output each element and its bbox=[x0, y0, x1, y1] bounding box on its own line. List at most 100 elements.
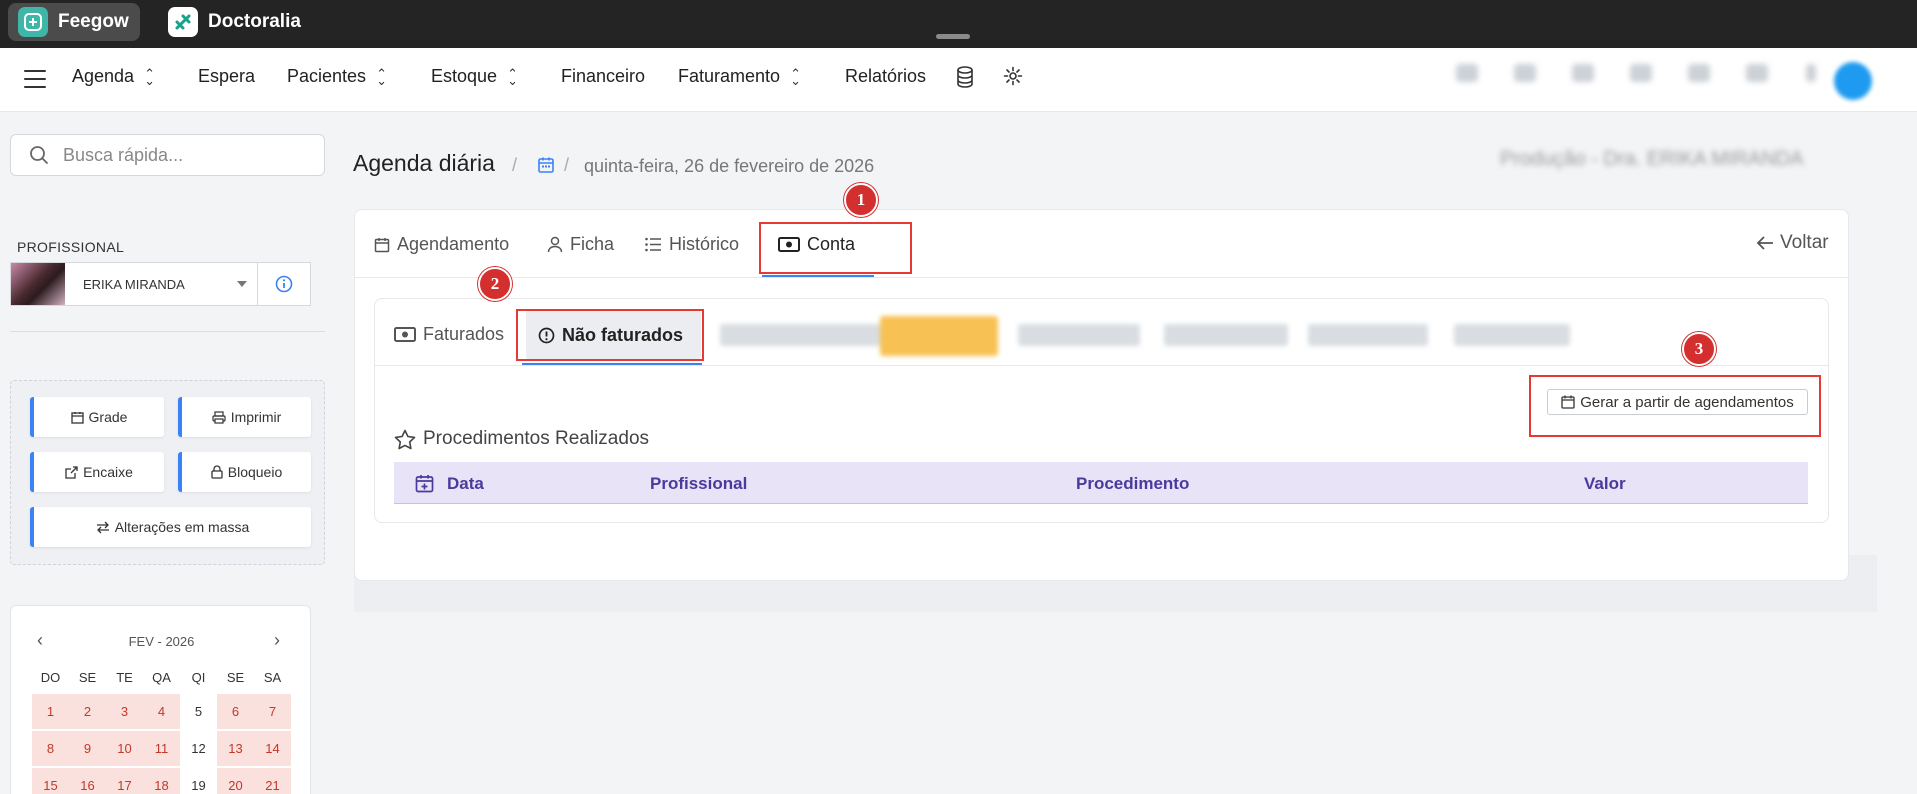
gear-icon[interactable] bbox=[1003, 66, 1027, 90]
menu-icon[interactable] bbox=[24, 70, 46, 88]
search-input[interactable] bbox=[63, 144, 303, 166]
calendar-day[interactable]: 15 bbox=[32, 768, 69, 794]
calendar-weekday: DO bbox=[40, 670, 61, 685]
avatar bbox=[11, 263, 65, 305]
calendar-day[interactable]: 14 bbox=[254, 731, 291, 767]
nav-espera[interactable]: Espera bbox=[198, 66, 255, 87]
blurred-action-buttons bbox=[716, 314, 1616, 358]
calendar-weekday: QA bbox=[152, 670, 171, 685]
subtab-faturados[interactable]: Faturados bbox=[394, 324, 504, 345]
grade-button[interactable]: Grade bbox=[30, 397, 164, 437]
nav-relatorios[interactable]: Relatórios bbox=[845, 66, 926, 87]
nav-label: Espera bbox=[198, 66, 256, 86]
tab-label: Agendamento bbox=[397, 234, 510, 254]
tab-historico[interactable]: Histórico bbox=[645, 234, 739, 255]
nav-faturamento[interactable]: Faturamento ⌃ ⌄ bbox=[678, 66, 801, 87]
column-header-valor[interactable]: Valor bbox=[1584, 474, 1626, 494]
app-tab-doctoralia[interactable]: Doctoralia bbox=[158, 3, 311, 41]
section-title-label: Procedimentos Realizados bbox=[423, 428, 650, 449]
app-tab-label: Feegow bbox=[58, 11, 129, 32]
calendar-weekday: SA bbox=[263, 670, 282, 685]
sort-chevrons-icon: ⌃ ⌄ bbox=[376, 65, 387, 88]
tab-label: Histórico bbox=[669, 234, 740, 254]
calendar-day[interactable]: 1 bbox=[32, 694, 69, 730]
column-header-data[interactable]: Data bbox=[447, 474, 484, 494]
calendar-day[interactable]: 21 bbox=[254, 768, 291, 794]
calendar-day[interactable]: 7 bbox=[254, 694, 291, 730]
imprimir-button[interactable]: Imprimir bbox=[178, 397, 311, 437]
calendar-weekday: SE bbox=[226, 670, 245, 685]
calendar-icon bbox=[70, 411, 84, 424]
database-icon[interactable] bbox=[955, 66, 979, 90]
app-tab-label: Doctoralia bbox=[208, 11, 301, 32]
column-header-procedimento[interactable]: Procedimento bbox=[1076, 474, 1189, 494]
nav-label: Faturamento bbox=[678, 66, 781, 86]
user-icon bbox=[547, 236, 563, 253]
voltar-button[interactable]: Voltar bbox=[1756, 232, 1829, 254]
nav-label: Relatórios bbox=[845, 66, 927, 86]
nav-label: Pacientes bbox=[287, 66, 367, 86]
quick-search[interactable] bbox=[10, 134, 325, 176]
alteracoes-em-massa-button[interactable]: Alterações em massa bbox=[30, 507, 311, 547]
app-tab-feegow[interactable]: Feegow bbox=[8, 3, 140, 41]
user-avatar[interactable] bbox=[1834, 62, 1872, 100]
nav-estoque[interactable]: Estoque ⌃ ⌄ bbox=[431, 66, 518, 87]
nav-label: Estoque bbox=[431, 66, 498, 86]
calendar-day[interactable]: 16 bbox=[69, 768, 106, 794]
annotation-box-nao-faturados bbox=[516, 309, 704, 361]
search-icon bbox=[30, 146, 48, 164]
feegow-logo-icon bbox=[18, 7, 48, 37]
tabs-divider bbox=[355, 277, 1848, 278]
annotation-marker-3: 3 bbox=[1682, 332, 1716, 366]
chevron-right-icon[interactable]: › bbox=[274, 630, 280, 651]
app-switcher-bar: Feegow Doctoralia bbox=[0, 0, 1917, 48]
calendar-day[interactable]: 8 bbox=[32, 731, 69, 767]
calendar-day[interactable]: 18 bbox=[143, 768, 180, 794]
calendar-day[interactable]: 19 bbox=[180, 768, 217, 794]
calendar-day[interactable]: 12 bbox=[180, 731, 217, 767]
calendar-day[interactable]: 3 bbox=[106, 694, 143, 730]
calendar-day[interactable]: 6 bbox=[217, 694, 254, 730]
nav-financeiro[interactable]: Financeiro bbox=[561, 66, 645, 87]
nav-pacientes[interactable]: Pacientes ⌃ ⌄ bbox=[287, 66, 387, 87]
tab-label: Ficha bbox=[570, 234, 615, 254]
section-title: Procedimentos Realizados bbox=[394, 428, 649, 450]
calendar-weekday: SE bbox=[78, 670, 97, 685]
breadcrumb-separator: / bbox=[512, 155, 518, 175]
calendar-day[interactable]: 4 bbox=[143, 694, 180, 730]
profissional-select[interactable]: ERIKA MIRANDA bbox=[10, 262, 258, 306]
calendar-month: FEV - 2026 bbox=[128, 634, 195, 649]
calendar-day[interactable]: 17 bbox=[106, 768, 143, 794]
window-drag-handle[interactable] bbox=[936, 34, 970, 39]
nav-agenda[interactable]: Agenda ⌃ ⌄ bbox=[72, 66, 155, 87]
bloqueio-label: Bloqueio bbox=[227, 464, 283, 480]
subtab-label: Faturados bbox=[423, 324, 505, 344]
encaixe-button[interactable]: Encaixe bbox=[30, 452, 164, 492]
calendar-day[interactable]: 11 bbox=[143, 731, 180, 767]
sidebar-divider bbox=[10, 331, 325, 332]
calendar-day[interactable]: 10 bbox=[106, 731, 143, 767]
profissional-info-button[interactable] bbox=[258, 262, 311, 306]
star-icon bbox=[394, 429, 416, 449]
annotation-box-conta bbox=[759, 222, 912, 274]
calendar-plus-icon[interactable] bbox=[415, 474, 434, 493]
voltar-label: Voltar bbox=[1780, 232, 1829, 253]
annotation-box-gerar bbox=[1529, 375, 1821, 437]
page-title: Agenda diária bbox=[353, 150, 495, 176]
tab-agendamento[interactable]: Agendamento bbox=[374, 234, 509, 255]
calendar-day[interactable]: 9 bbox=[69, 731, 106, 767]
calendar-day[interactable]: 2 bbox=[69, 694, 106, 730]
calendar-day[interactable]: 13 bbox=[217, 731, 254, 767]
calendar-weekday: TE bbox=[116, 670, 133, 685]
caret-down-icon bbox=[237, 281, 247, 287]
calendar-day[interactable]: 5 bbox=[180, 694, 217, 730]
bloqueio-button[interactable]: Bloqueio bbox=[178, 452, 311, 492]
calendar-day[interactable]: 20 bbox=[217, 768, 254, 794]
column-header-profissional[interactable]: Profissional bbox=[650, 474, 747, 494]
lock-icon bbox=[211, 465, 223, 479]
subtabs-divider bbox=[375, 365, 1828, 366]
profissional-name: ERIKA MIRANDA bbox=[83, 276, 185, 292]
mini-calendar: ‹ FEV - 2026 › DO SE TE QA QI SE SA 1 2 3 4 5 6 7 8 9 10… bbox=[10, 605, 311, 794]
calendar-icon[interactable] bbox=[537, 156, 555, 174]
tab-ficha[interactable]: Ficha bbox=[547, 234, 614, 255]
